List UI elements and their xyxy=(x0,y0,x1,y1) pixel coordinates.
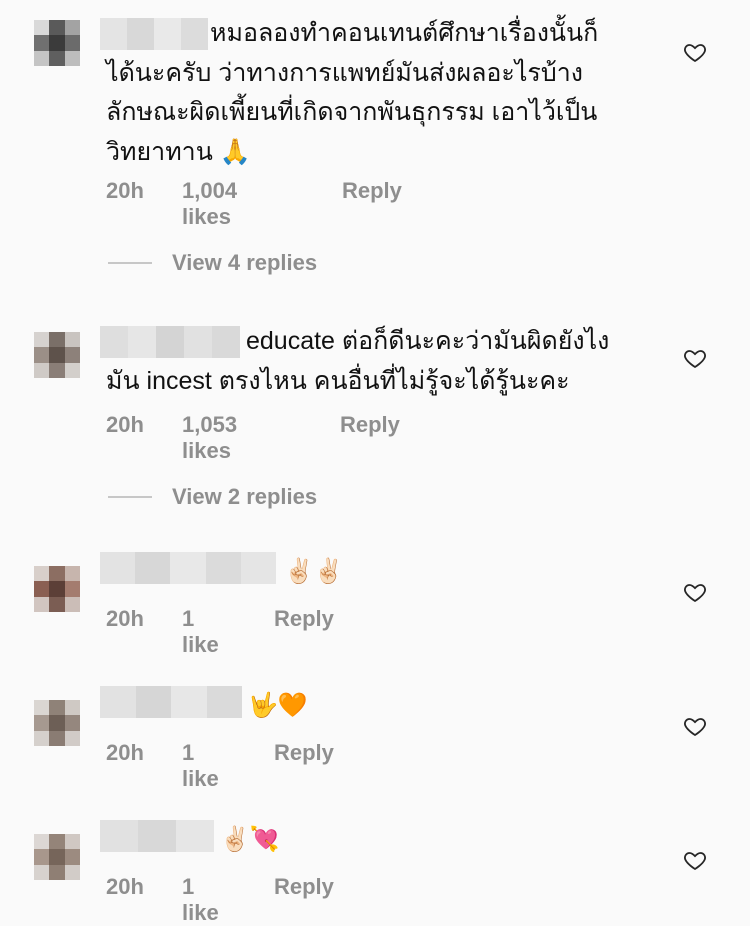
comment-time: 20h xyxy=(106,178,144,203)
reply-button[interactable]: Reply xyxy=(274,606,334,632)
username-blurred[interactable] xyxy=(100,686,242,718)
heart-icon[interactable] xyxy=(683,346,707,370)
comment-meta: 20h 1 like Reply xyxy=(106,606,334,657)
comment-meta: 20h 1,053 likes Reply xyxy=(106,412,400,463)
comment-text: ✌🏻✌🏻 xyxy=(284,558,344,585)
reply-button[interactable]: Reply xyxy=(340,412,400,438)
heart-icon[interactable] xyxy=(683,580,707,604)
heart-icon[interactable] xyxy=(683,714,707,738)
comment-meta: 20h 1 like Reply xyxy=(106,874,334,925)
comment-time: 20h xyxy=(106,874,144,899)
likes-count[interactable]: 1 like xyxy=(182,874,219,926)
reply-button[interactable]: Reply xyxy=(274,874,334,900)
comment-text: หมอลองทำคอนเทนต์ศึกษาเรื่องนั้นก็ ได้นะค… xyxy=(106,19,599,166)
heart-icon[interactable] xyxy=(683,848,707,872)
comment-text: 🤟🧡 xyxy=(248,692,308,719)
view-replies-button[interactable]: View 4 replies xyxy=(108,250,317,276)
avatar[interactable] xyxy=(34,332,80,378)
comment-time: 20h xyxy=(106,412,144,437)
avatar[interactable] xyxy=(34,20,80,66)
likes-count[interactable]: 1,004 likes xyxy=(182,178,237,230)
view-replies-label: View 4 replies xyxy=(172,250,318,275)
username-blurred[interactable] xyxy=(100,552,277,584)
avatar[interactable] xyxy=(34,834,80,880)
divider xyxy=(108,262,152,264)
reply-button[interactable]: Reply xyxy=(342,178,402,204)
view-replies-label: View 2 replies xyxy=(172,484,318,509)
divider xyxy=(108,496,152,498)
likes-count[interactable]: 1,053 likes xyxy=(182,412,237,464)
heart-icon[interactable] xyxy=(683,40,707,64)
comment-time: 20h xyxy=(106,606,144,631)
avatar[interactable] xyxy=(34,700,80,746)
avatar[interactable] xyxy=(34,566,80,612)
username-blurred[interactable] xyxy=(100,820,214,852)
comment-meta: 20h 1,004 likes Reply xyxy=(106,178,402,229)
comment-text: educate ต่อก็ดีนะคะว่ามันผิดยังไง มัน in… xyxy=(106,327,610,395)
likes-count[interactable]: 1 like xyxy=(182,606,219,658)
comment-text: ✌🏻💘 xyxy=(220,826,280,853)
likes-count[interactable]: 1 like xyxy=(182,740,219,792)
comment-time: 20h xyxy=(106,740,144,765)
comment-meta: 20h 1 like Reply xyxy=(106,740,334,791)
view-replies-button[interactable]: View 2 replies xyxy=(108,484,317,510)
reply-button[interactable]: Reply xyxy=(274,740,334,766)
